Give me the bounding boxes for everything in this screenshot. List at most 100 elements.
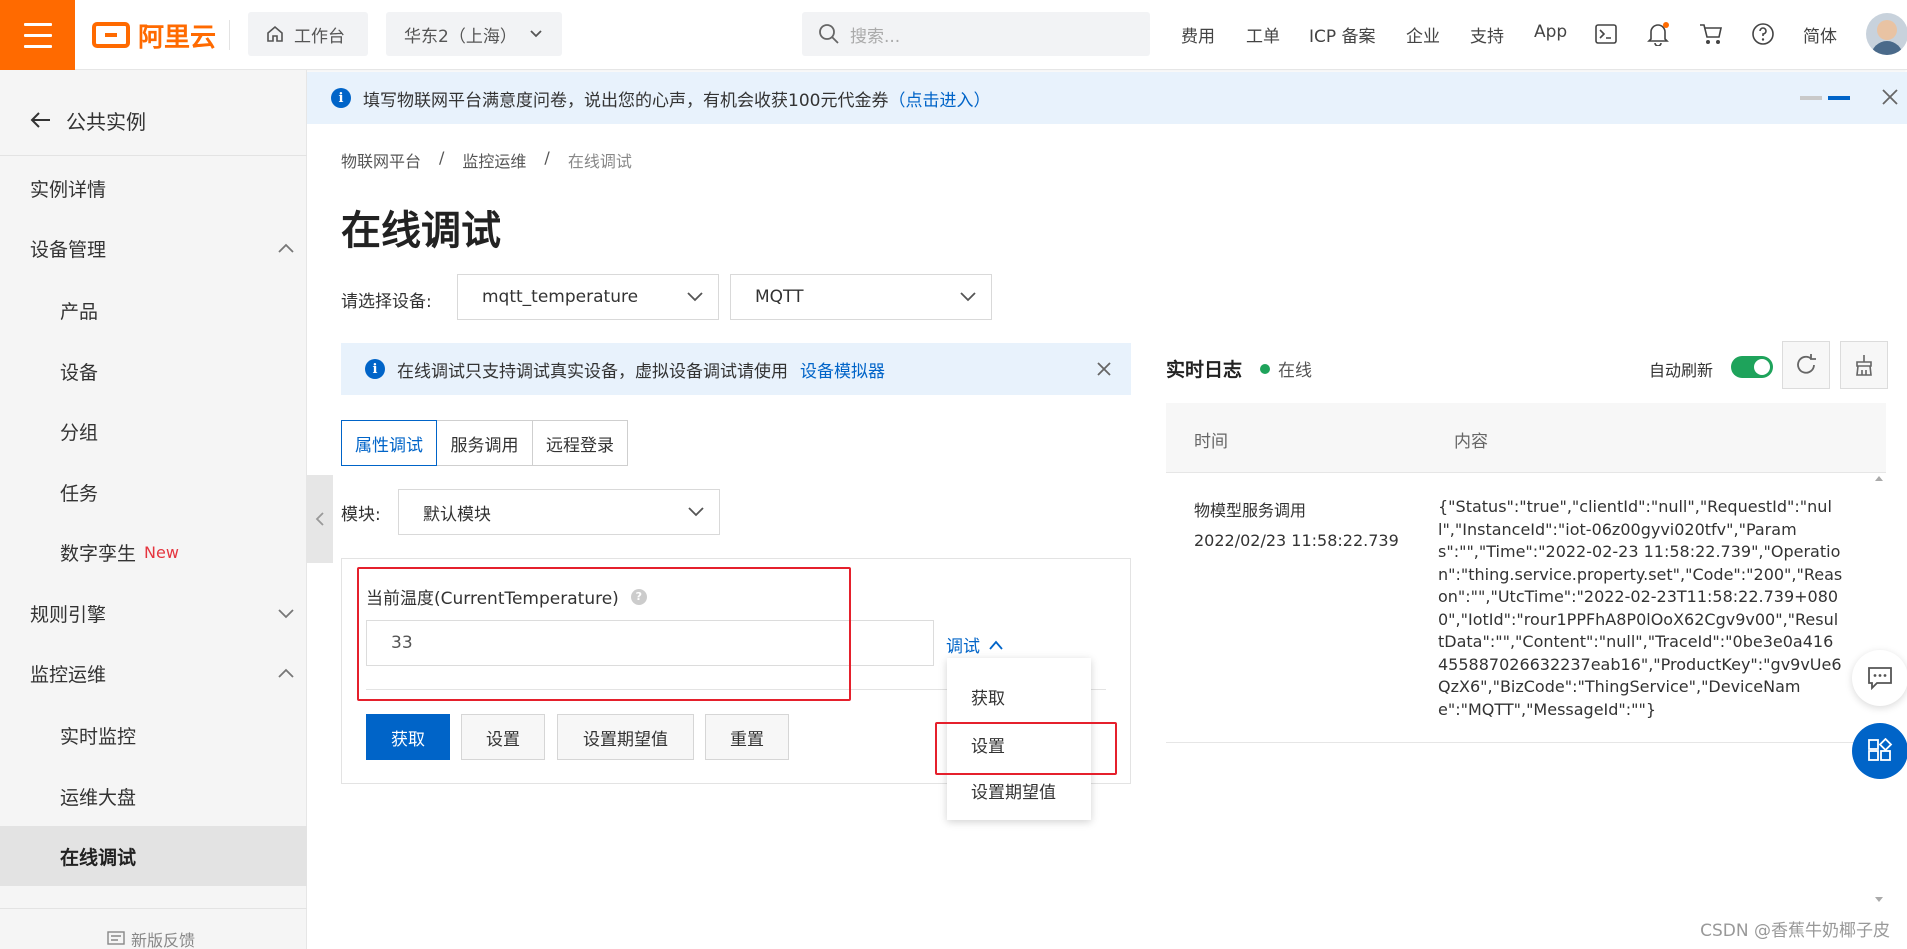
info-text: 在线调试只支持调试真实设备，虚拟设备调试请使用 <box>397 361 788 382</box>
tab-label: 属性调试 <box>355 435 423 456</box>
chat-icon <box>1868 667 1892 690</box>
chat-button[interactable] <box>1852 650 1907 706</box>
log-content: {"Status":"true","clientId":"null","Requ… <box>1438 497 1843 719</box>
tab-label: 服务调用 <box>450 435 519 456</box>
arrow-left-icon <box>30 112 50 128</box>
watermark: CSDN @香蕉牛奶椰子皮 <box>1700 921 1890 941</box>
sidebar-item-label: 规则引擎 <box>30 603 107 626</box>
close-icon[interactable] <box>1096 361 1112 377</box>
module-select[interactable]: 默认模块 <box>398 489 720 535</box>
banner-pager[interactable] <box>1800 96 1850 100</box>
online-status-dot <box>1260 363 1271 374</box>
apps-button[interactable] <box>1852 723 1907 779</box>
sidebar-collapse-handle[interactable] <box>307 475 333 563</box>
nav-icp[interactable]: ICP 备案 <box>1309 22 1376 47</box>
refresh-button[interactable] <box>1782 341 1830 389</box>
search-placeholder: 搜索... <box>850 26 901 47</box>
breadcrumb: 物联网平台 / 监控运维 / 在线调试 <box>341 148 632 172</box>
menu-item-set-desired[interactable]: 设置期望值 <box>971 778 1056 803</box>
nav-tickets[interactable]: 工单 <box>1246 22 1280 47</box>
sidebar-item-ops-dashboard[interactable]: 运维大盘 <box>0 766 307 826</box>
log-type: 物模型服务调用 <box>1194 501 1307 520</box>
chevron-up-icon <box>278 668 294 678</box>
top-bar: 阿里云 工作台 华东2（上海） 搜索... 费用 工单 ICP 备案 企业 支持… <box>0 0 1907 70</box>
auto-refresh-toggle[interactable] <box>1731 356 1773 378</box>
set-button[interactable]: 设置 <box>461 714 545 760</box>
sidebar-item-digital-twin[interactable]: 数字孪生 New <box>0 522 307 582</box>
sidebar-item-label: 实例详情 <box>30 178 107 201</box>
breadcrumb-monitoring[interactable]: 监控运维 <box>462 148 526 172</box>
debug-label: 调试 <box>946 637 980 657</box>
module-select-value: 默认模块 <box>423 504 491 525</box>
feedback-label: 新版反馈 <box>131 931 196 949</box>
terminal-icon[interactable] <box>1592 20 1620 48</box>
cart-icon[interactable] <box>1697 20 1725 48</box>
chevron-left-icon <box>315 512 324 526</box>
broom-icon <box>1856 355 1872 376</box>
nav-fees[interactable]: 费用 <box>1181 22 1215 47</box>
aliyun-logo[interactable]: 阿里云 <box>92 16 216 54</box>
device-select[interactable]: mqtt_temperature <box>457 274 719 320</box>
breadcrumb-separator: / <box>544 148 550 167</box>
get-button[interactable]: 获取 <box>366 714 450 760</box>
feedback-link[interactable]: 新版反馈 <box>107 927 195 949</box>
tab-property-debug[interactable]: 属性调试 <box>341 420 437 466</box>
highlight-box-set <box>935 722 1117 775</box>
close-icon[interactable] <box>1881 88 1899 106</box>
sidebar-item-task[interactable]: 任务 <box>0 462 307 522</box>
debug-dropdown-trigger[interactable]: 调试 <box>946 632 1004 657</box>
column-time: 时间 <box>1194 432 1228 452</box>
banner-link[interactable]: （点击进入） <box>888 86 990 111</box>
tab-remote-login[interactable]: 远程登录 <box>532 420 628 466</box>
info-icon: i <box>331 88 351 108</box>
reset-button[interactable]: 重置 <box>705 714 789 760</box>
online-status: 在线 <box>1278 361 1313 381</box>
tab-label: 远程登录 <box>546 435 614 456</box>
search-input[interactable]: 搜索... <box>802 12 1150 56</box>
avatar[interactable] <box>1866 13 1907 55</box>
language-switch[interactable]: 简体 <box>1803 22 1837 47</box>
refresh-icon <box>1797 354 1816 374</box>
chevron-down-icon <box>960 292 976 302</box>
menu-item-get[interactable]: 获取 <box>971 684 1005 709</box>
region-select[interactable]: 华东2（上海） <box>386 12 562 56</box>
highlight-box-property <box>357 567 851 701</box>
sidebar-item-instance-detail[interactable]: 实例详情 <box>0 158 307 218</box>
device-simulator-link[interactable]: 设备模拟器 <box>800 357 885 382</box>
chevron-up-icon <box>278 243 294 253</box>
workbench-button[interactable]: 工作台 <box>248 12 368 56</box>
tab-service-call[interactable]: 服务调用 <box>436 420 533 466</box>
nav-enterprise[interactable]: 企业 <box>1406 22 1440 47</box>
protocol-select[interactable]: MQTT <box>730 274 992 320</box>
sidebar-item-product[interactable]: 产品 <box>0 280 307 340</box>
region-label: 华东2（上海） <box>404 26 517 47</box>
back-to-instance[interactable]: 公共实例 <box>0 90 307 150</box>
sidebar-item-label: 在线调试 <box>60 846 137 869</box>
help-icon[interactable] <box>1749 20 1777 48</box>
sidebar-item-group[interactable]: 分组 <box>0 401 307 461</box>
sidebar-item-device[interactable]: 设备 <box>0 341 307 401</box>
clear-log-button[interactable] <box>1840 341 1888 389</box>
sidebar-item-label: 分组 <box>60 421 99 444</box>
column-content: 内容 <box>1454 432 1488 452</box>
sidebar-item-rule-engine[interactable]: 规则引擎 <box>0 583 307 643</box>
sidebar-item-device-management[interactable]: 设备管理 <box>0 218 307 278</box>
workbench-label: 工作台 <box>294 26 345 47</box>
logo-text: 阿里云 <box>138 22 217 53</box>
nav-app[interactable]: App <box>1534 22 1567 42</box>
button-label: 重置 <box>730 729 764 750</box>
sidebar-item-label: 设备管理 <box>30 238 107 261</box>
nav-support[interactable]: 支持 <box>1470 22 1504 47</box>
device-select-value: mqtt_temperature <box>482 287 639 307</box>
breadcrumb-current: 在线调试 <box>567 152 632 171</box>
new-badge: New <box>144 542 179 562</box>
menu-icon[interactable] <box>0 0 75 70</box>
set-desired-button[interactable]: 设置期望值 <box>557 714 694 760</box>
button-label: 获取 <box>391 729 425 750</box>
survey-banner: i 填写物联网平台满意度问卷，说出您的心声，有机会收获100元代金券 （点击进入… <box>307 72 1907 124</box>
sidebar-item-monitoring[interactable]: 监控运维 <box>0 643 307 703</box>
breadcrumb-iot[interactable]: 物联网平台 <box>341 148 421 172</box>
sidebar-item-realtime-monitor[interactable]: 实时监控 <box>0 705 307 765</box>
bell-icon[interactable] <box>1644 20 1672 48</box>
sidebar-item-online-debug[interactable]: 在线调试 <box>0 826 307 886</box>
